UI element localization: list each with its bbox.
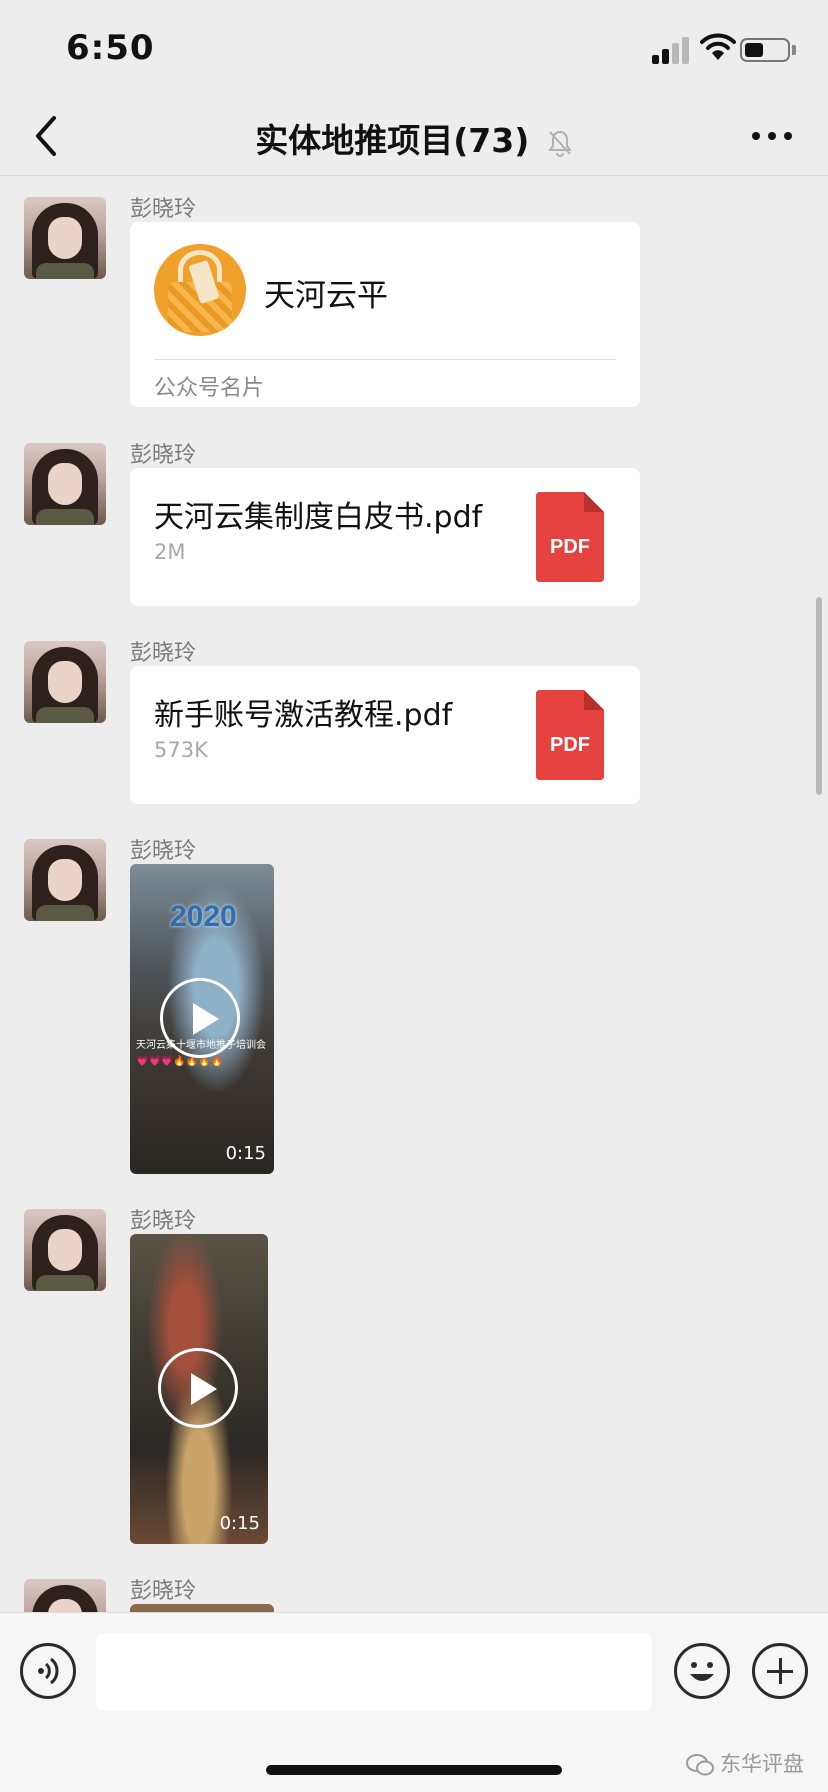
status-time: 6:50 — [66, 28, 155, 68]
battery-cap — [792, 45, 796, 55]
file-name: 新手账号激活教程.pdf — [154, 698, 453, 733]
pdf-file-icon: PDF — [536, 690, 604, 780]
battery-icon — [740, 38, 790, 62]
chat-scrollbar[interactable] — [816, 597, 822, 795]
official-account-card[interactable]: 天河云平 公众号名片 — [130, 222, 640, 407]
file-bubble[interactable]: 天河云集制度白皮书.pdf 2M PDF — [130, 468, 640, 606]
nav-title-wrap: 实体地推项目(73) — [0, 114, 828, 162]
avatar[interactable] — [24, 443, 106, 525]
watermark: 东华评盘 — [686, 1748, 804, 1778]
sender-name: 彭晓玲 — [130, 443, 197, 468]
account-logo — [154, 244, 246, 336]
input-bar: 东华评盘 — [0, 1612, 828, 1792]
sender-name: 彭晓玲 — [130, 839, 197, 864]
account-name: 天河云平 — [264, 278, 388, 314]
avatar[interactable] — [24, 1579, 106, 1612]
file-bubble[interactable]: 新手账号激活教程.pdf 573K PDF — [130, 666, 640, 804]
watermark-text: 东华评盘 — [720, 1752, 804, 1776]
media-thumbnail-partial[interactable] — [130, 1604, 274, 1612]
home-indicator[interactable] — [266, 1765, 562, 1775]
wifi-icon — [700, 33, 736, 60]
chat-message-list[interactable]: 彭晓玲 天河云平 公众号名片 彭晓玲 天河云集制度白皮书.pdf 2M PDF — [0, 177, 828, 1612]
file-name: 天河云集制度白皮书.pdf — [154, 500, 483, 535]
mute-bell-icon — [547, 130, 572, 157]
avatar[interactable] — [24, 839, 106, 921]
status-bar: 6:50 — [0, 0, 828, 100]
video-duration: 0:15 — [219, 1513, 260, 1534]
sender-name: 彭晓玲 — [130, 641, 197, 666]
card-type-label: 公众号名片 — [154, 376, 265, 401]
more-icon[interactable] — [748, 122, 796, 150]
file-size: 573K — [154, 738, 208, 762]
play-icon[interactable] — [160, 978, 240, 1058]
plus-icon[interactable] — [752, 1643, 808, 1699]
avatar[interactable] — [24, 1209, 106, 1291]
message-input[interactable] — [96, 1633, 652, 1711]
video-thumbnail[interactable]: 0:15 — [130, 1234, 268, 1544]
sender-name: 彭晓玲 — [130, 1579, 197, 1604]
video-overlay-year: 2020 — [170, 900, 237, 933]
avatar[interactable] — [24, 641, 106, 723]
pdf-label: PDF — [550, 536, 590, 558]
chat-title: 实体地推项目(73) — [255, 121, 530, 160]
card-divider — [154, 359, 616, 360]
play-icon[interactable] — [158, 1348, 238, 1428]
avatar[interactable] — [24, 197, 106, 279]
nav-bar: 实体地推项目(73) — [0, 100, 828, 176]
cellular-signal-icon — [652, 36, 692, 64]
emoji-icon[interactable] — [674, 1643, 730, 1699]
pdf-file-icon: PDF — [536, 492, 604, 582]
wechat-logo-icon — [686, 1754, 714, 1776]
file-size: 2M — [154, 540, 186, 564]
sender-name: 彭晓玲 — [130, 1209, 197, 1234]
video-duration: 0:15 — [225, 1143, 266, 1164]
video-thumbnail[interactable]: 2020 天河云集十堰市地推子培训会💗💗💗🔥🔥🔥🔥 0:15 — [130, 864, 274, 1174]
voice-input-icon[interactable] — [20, 1643, 76, 1699]
pdf-label: PDF — [550, 734, 590, 756]
sender-name: 彭晓玲 — [130, 197, 197, 222]
